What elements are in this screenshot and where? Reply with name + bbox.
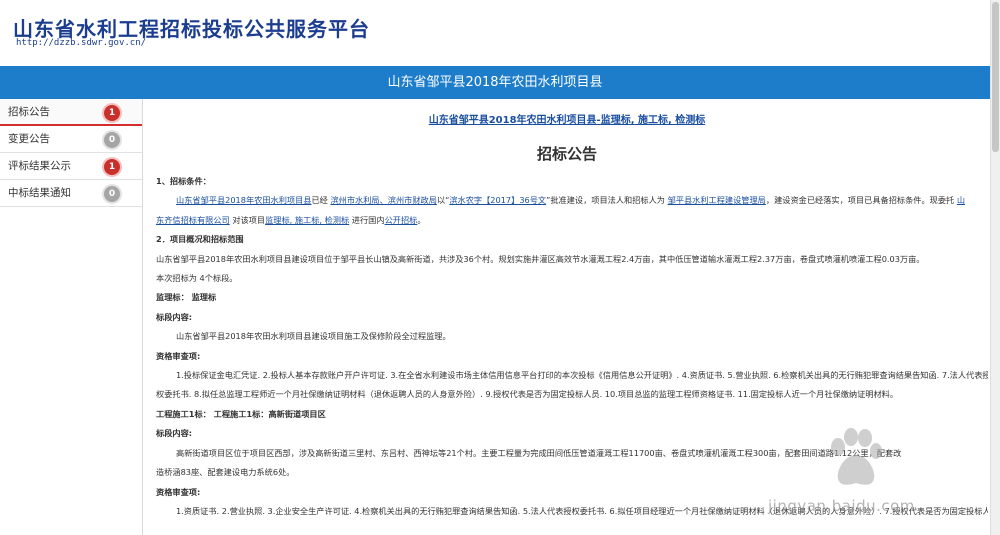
text-fragment: ，建设资金已经落实，项目已具备招标条件。现委托 [765, 195, 955, 206]
approval-document-link[interactable]: 滨水农字【2017】36号文 [449, 195, 546, 205]
agency-link[interactable]: 东齐信招标有限公司 [156, 215, 230, 225]
lot-qualification-text-line1: 1.投标保证金电汇凭证. 2.投标人基本存款账户开户许可证. 3.在全省水利建设… [176, 370, 988, 381]
scrollbar-thumb[interactable] [992, 2, 999, 152]
site-header: 山东省水利工程招标投标公共服务平台 http://dzzb.sdwr.gov.c… [0, 0, 990, 66]
sidebar-item-label: 招标公告 [8, 106, 50, 118]
site-url[interactable]: http://dzzb.sdwr.gov.cn/ [16, 38, 146, 48]
baidu-paw-icon [831, 428, 882, 485]
text-fragment: 以“ [436, 195, 450, 206]
watermark-text: jingyan.baidu.com [768, 497, 915, 515]
sidebar-item-change-notice[interactable]: 变更公告 0 [0, 126, 142, 153]
paragraph-conditions-line1: 山东省邹平县2018年农田水利项目县已经 滨州市水利局、滨州市财政局以“滨水农字… [156, 191, 988, 210]
text-fragment: 已经 [311, 195, 328, 206]
text-fragment: 进行国内 [351, 214, 385, 225]
lot-scope-label: 标段内容: [156, 311, 193, 322]
tender-method-link[interactable]: 公开招标 [385, 215, 418, 225]
lot-qualification-text-line2: 权委托书. 8.拟任总监理工程师近一个月社保缴纳证明材料（退休返聘人员的人身意外… [156, 389, 899, 400]
count-badge: 1 [104, 105, 120, 121]
project-title-bar: 山东省邹平县2018年农田水利项目县 [0, 66, 990, 99]
sidebar-item-label: 变更公告 [8, 133, 50, 145]
project-name-link[interactable]: 山东省邹平县2018年农田水利项目县 [176, 195, 311, 205]
sidebar-item-award-notice[interactable]: 中标结果通知 0 [0, 180, 142, 207]
tenderer-link[interactable]: 邹平县水利工程建设管理局 [668, 195, 766, 205]
sidebar-item-label: 评标结果公示 [8, 160, 71, 172]
section-title-overview: 2．项目概况和招标范围 [156, 234, 244, 245]
text-fragment: 。 [417, 214, 426, 225]
page-title: 招标公告 [536, 145, 597, 163]
project-link[interactable]: 山东省邹平县2018年农田水利项目县-监理标, 施工标, 检测标 [144, 111, 990, 126]
sidebar: 招标公告 1 变更公告 0 评标结果公示 1 中标结果通知 0 [0, 99, 143, 535]
lot-title-construction-1: 工程施工1标： 工程施工1标：高新街道项目区 [156, 408, 326, 419]
lots-link[interactable]: 监理标, 施工标, 检测标 [265, 215, 349, 225]
approval-authority-link[interactable]: 滨州市水利局、滨州市财政局 [330, 195, 436, 205]
sidebar-item-evaluation-result[interactable]: 评标结果公示 1 [0, 153, 142, 180]
watermark: jingyan.baidu.com [760, 425, 985, 525]
lot-qualification-label: 资格审查项: [156, 350, 201, 361]
text-fragment: ”批准建设，项目法人和招标人为 [546, 195, 665, 206]
paragraph-lot-count: 本次招标为 4个标段。 [156, 273, 238, 284]
count-badge: 0 [104, 186, 120, 202]
sidebar-item-tender-notice[interactable]: 招标公告 1 [0, 99, 142, 126]
scrollbar[interactable] [990, 0, 1000, 535]
section-title-conditions: 1、招标条件： [156, 176, 211, 186]
count-badge: 0 [104, 132, 120, 148]
lot-scope-text: 山东省邹平县2018年农田水利项目县建设项目施工及保修阶段全过程监理。 [176, 331, 451, 342]
count-badge: 1 [104, 159, 120, 175]
paragraph-conditions-line2: 东齐信招标有限公司 对该项目监理标, 施工标, 检测标 进行国内公开招标。 [156, 211, 988, 230]
text-fragment: 对该项目 [232, 214, 266, 225]
project-title: 山东省邹平县2018年农田水利项目县 [387, 75, 603, 90]
sidebar-item-label: 中标结果通知 [8, 187, 71, 199]
lot-title-supervision: 监理标： 监理标 [156, 292, 217, 303]
page: 山东省水利工程招标投标公共服务平台 http://dzzb.sdwr.gov.c… [0, 0, 1000, 535]
agency-link[interactable]: 山 [957, 195, 965, 205]
paragraph-overview: 山东省邹平县2018年农田水利项目县建设项目位于邹平县长山镇及高新街道，共涉及3… [156, 253, 925, 264]
